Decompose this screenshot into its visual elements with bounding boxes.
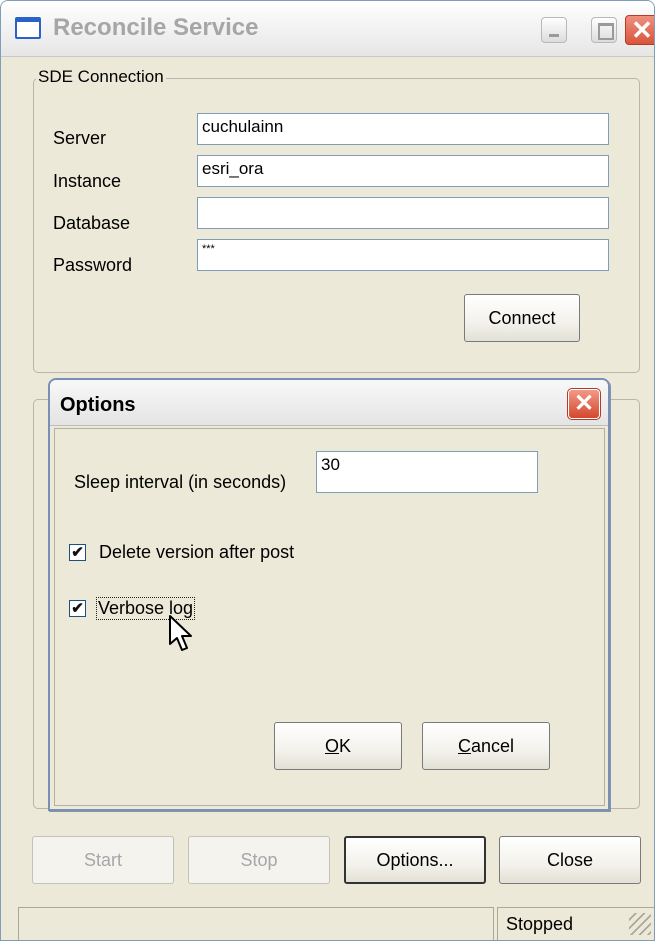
server-label: Server <box>53 128 107 148</box>
window-title: Reconcile Service <box>53 14 259 41</box>
sleep-interval-label: Sleep interval (in seconds) <box>74 472 287 492</box>
instance-label: Instance <box>53 171 122 191</box>
database-label: Database <box>53 213 131 233</box>
connect-button[interactable]: Connect <box>464 294 580 342</box>
sleep-interval-input[interactable]: 30 <box>316 451 538 493</box>
status-message <box>18 907 494 940</box>
app-window-icon <box>15 17 41 39</box>
mouse-pointer-icon <box>169 615 192 651</box>
cancel-button[interactable]: Cancel <box>422 722 550 770</box>
maximize-icon[interactable] <box>591 17 617 43</box>
title-bar[interactable]: Reconcile Service ✕ <box>1 1 654 57</box>
stop-button[interactable]: Stop <box>188 836 330 884</box>
close-button[interactable]: Close <box>499 836 641 884</box>
options-title-bar[interactable]: Options ✕ <box>50 380 608 426</box>
delete-version-checkbox[interactable]: ✔ <box>69 544 86 561</box>
options-button[interactable]: Options... <box>344 836 486 884</box>
minimize-icon[interactable] <box>541 17 567 43</box>
delete-version-label[interactable]: Delete version after post <box>99 542 294 563</box>
options-close-button[interactable]: ✕ <box>567 388 601 420</box>
ok-button[interactable]: OK <box>274 722 402 770</box>
options-title: Options <box>60 394 136 416</box>
verbose-log-checkbox[interactable]: ✔ <box>69 600 86 617</box>
server-input[interactable]: cuchulainn <box>197 113 609 145</box>
sde-connection-legend: SDE Connection <box>36 67 166 87</box>
start-button[interactable]: Start <box>32 836 174 884</box>
password-input[interactable]: *** <box>197 239 609 271</box>
resize-grip-icon[interactable] <box>629 913 651 935</box>
instance-input[interactable]: esri_ora <box>197 155 609 187</box>
database-input[interactable] <box>197 197 609 229</box>
password-label: Password <box>53 255 133 275</box>
options-dialog: Options ✕ Sleep interval (in seconds) 30… <box>48 378 610 811</box>
window-close-button[interactable]: ✕ <box>625 15 654 45</box>
